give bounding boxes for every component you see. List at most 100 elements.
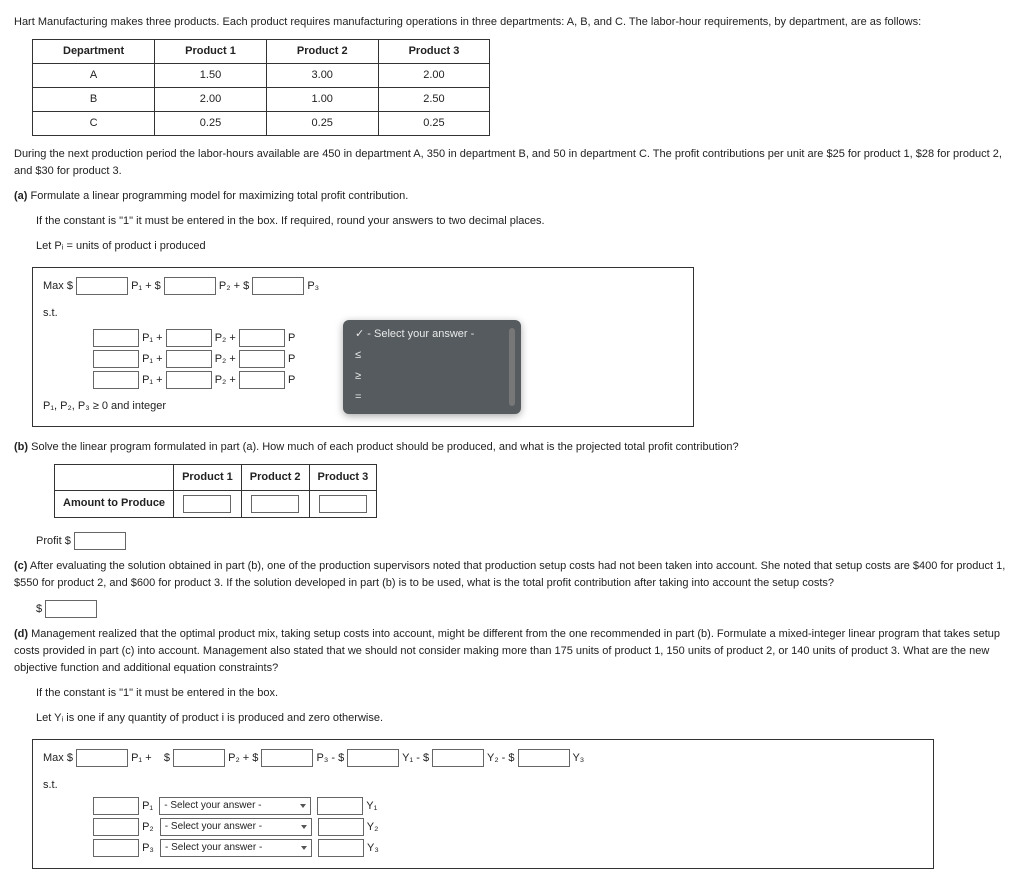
d-c-p2[interactable] xyxy=(173,749,225,767)
th-p1: Product 1 xyxy=(155,40,267,64)
b-profit-label: Profit $ xyxy=(36,535,71,547)
cell: 2.00 xyxy=(378,64,490,88)
cell: 2.00 xyxy=(155,88,267,112)
b-amt-p2[interactable] xyxy=(251,495,299,513)
b-question: Solve the linear program formulated in p… xyxy=(31,441,738,453)
d-r3-rel[interactable]: - Select your answer - xyxy=(160,839,312,857)
txt: P xyxy=(288,352,295,364)
st-label: s.t. xyxy=(43,307,58,319)
th xyxy=(55,464,174,490)
txt: P₂ + xyxy=(215,373,236,385)
txt: P₁ + xyxy=(142,352,163,364)
b-rowlabel: Amount to Produce xyxy=(55,490,174,517)
intro-text: Hart Manufacturing makes three products.… xyxy=(14,14,1010,31)
scrollbar-icon[interactable] xyxy=(509,328,515,406)
a-c3-p1[interactable] xyxy=(93,371,139,389)
max-label: Max $ xyxy=(43,280,73,292)
a-obj-c3[interactable] xyxy=(252,277,304,295)
txt: P₂ + xyxy=(215,331,236,343)
txt: P xyxy=(288,373,295,385)
th: Product 1 xyxy=(174,464,242,490)
txt: Y₁ xyxy=(366,800,377,812)
d-c-p3[interactable] xyxy=(261,749,313,767)
relation-dropdown[interactable]: - Select your answer - ≤ ≥ = xyxy=(343,320,521,414)
cell: B xyxy=(33,88,155,112)
a-c1-p3[interactable] xyxy=(239,329,285,347)
dropdown-opt-eq[interactable]: = xyxy=(353,387,511,408)
b-amt-p1[interactable] xyxy=(183,495,231,513)
a-c2-p2[interactable] xyxy=(166,350,212,368)
cell: 0.25 xyxy=(155,112,267,136)
cell: 0.25 xyxy=(266,112,378,136)
a-label: (a) xyxy=(14,190,27,202)
txt: P₂ + $ xyxy=(228,752,258,764)
txt: P₃ xyxy=(307,280,319,292)
c-question: After evaluating the solution obtained i… xyxy=(14,560,1005,589)
txt: P₁ xyxy=(142,800,153,812)
cell: 3.00 xyxy=(266,64,378,88)
a-c3-p2[interactable] xyxy=(166,371,212,389)
txt: P₃ xyxy=(142,842,154,854)
txt: P₂ + $ xyxy=(219,280,249,292)
d-c-p1[interactable] xyxy=(76,749,128,767)
c-dollar: $ xyxy=(36,603,42,615)
d-r2-lhs[interactable] xyxy=(93,818,139,836)
th-p2: Product 2 xyxy=(266,40,378,64)
a-note1: If the constant is "1" it must be entere… xyxy=(36,213,1010,230)
a-question: Formulate a linear programming model for… xyxy=(31,190,409,202)
b-profit-input[interactable] xyxy=(74,532,126,550)
a-c3-p3[interactable] xyxy=(239,371,285,389)
txt: P₃ - $ xyxy=(317,752,345,764)
th-p3: Product 3 xyxy=(378,40,490,64)
dropdown-opt-ge[interactable]: ≥ xyxy=(353,366,511,387)
a-c1-p2[interactable] xyxy=(166,329,212,347)
cell: C xyxy=(33,112,155,136)
txt: P₁ + $ xyxy=(131,280,161,292)
txt: $ xyxy=(164,752,170,764)
b-amt-p3[interactable] xyxy=(319,495,367,513)
txt: P xyxy=(288,331,295,343)
b-label: (b) xyxy=(14,441,28,453)
d-r1-rel[interactable]: - Select your answer - xyxy=(159,797,311,815)
cell: 1.00 xyxy=(266,88,378,112)
txt: P₂ + xyxy=(215,352,236,364)
d-c-y3[interactable] xyxy=(518,749,570,767)
d-r3-lhs[interactable] xyxy=(93,839,139,857)
labor-hours-table: Department Product 1 Product 2 Product 3… xyxy=(32,39,490,136)
d-c-y2[interactable] xyxy=(432,749,484,767)
a-obj-c2[interactable] xyxy=(164,277,216,295)
txt: Y₃ xyxy=(572,752,584,764)
cell: A xyxy=(33,64,155,88)
dropdown-opt-placeholder[interactable]: - Select your answer - xyxy=(353,324,511,345)
d-st: s.t. xyxy=(43,779,58,791)
dropdown-opt-le[interactable]: ≤ xyxy=(353,345,511,366)
d-note1: If the constant is "1" it must be entere… xyxy=(36,685,1010,702)
a-c1-p1[interactable] xyxy=(93,329,139,347)
d-r2-rhs[interactable] xyxy=(318,818,364,836)
d-r1-lhs[interactable] xyxy=(93,797,139,815)
d-r2-rel[interactable]: - Select your answer - xyxy=(160,818,312,836)
th: Product 2 xyxy=(241,464,309,490)
th: Product 3 xyxy=(309,464,377,490)
c-input[interactable] xyxy=(45,600,97,618)
th-dept: Department xyxy=(33,40,155,64)
a-form: Max $ P₁ + $ P₂ + $ P₃ s.t. P₁ + P₂ + P … xyxy=(32,267,694,426)
intro2-text: During the next production period the la… xyxy=(14,146,1010,180)
txt: P₁ + xyxy=(142,373,163,385)
cell: 2.50 xyxy=(378,88,490,112)
txt: P₂ xyxy=(142,821,154,833)
d-label: (d) xyxy=(14,628,28,640)
a-note2: Let Pᵢ = units of product i produced xyxy=(36,238,1010,255)
a-obj-c1[interactable] xyxy=(76,277,128,295)
txt: Y₂ xyxy=(367,821,379,833)
d-c-y1[interactable] xyxy=(347,749,399,767)
d-max: Max $ xyxy=(43,752,73,764)
a-c2-p3[interactable] xyxy=(239,350,285,368)
a-c2-p1[interactable] xyxy=(93,350,139,368)
d-r1-rhs[interactable] xyxy=(317,797,363,815)
d-question: Management realized that the optimal pro… xyxy=(14,628,1000,674)
b-table: Product 1 Product 2 Product 3 Amount to … xyxy=(54,464,377,518)
txt: Y₂ - $ xyxy=(487,752,515,764)
d-r3-rhs[interactable] xyxy=(318,839,364,857)
txt: Y₃ xyxy=(367,842,379,854)
